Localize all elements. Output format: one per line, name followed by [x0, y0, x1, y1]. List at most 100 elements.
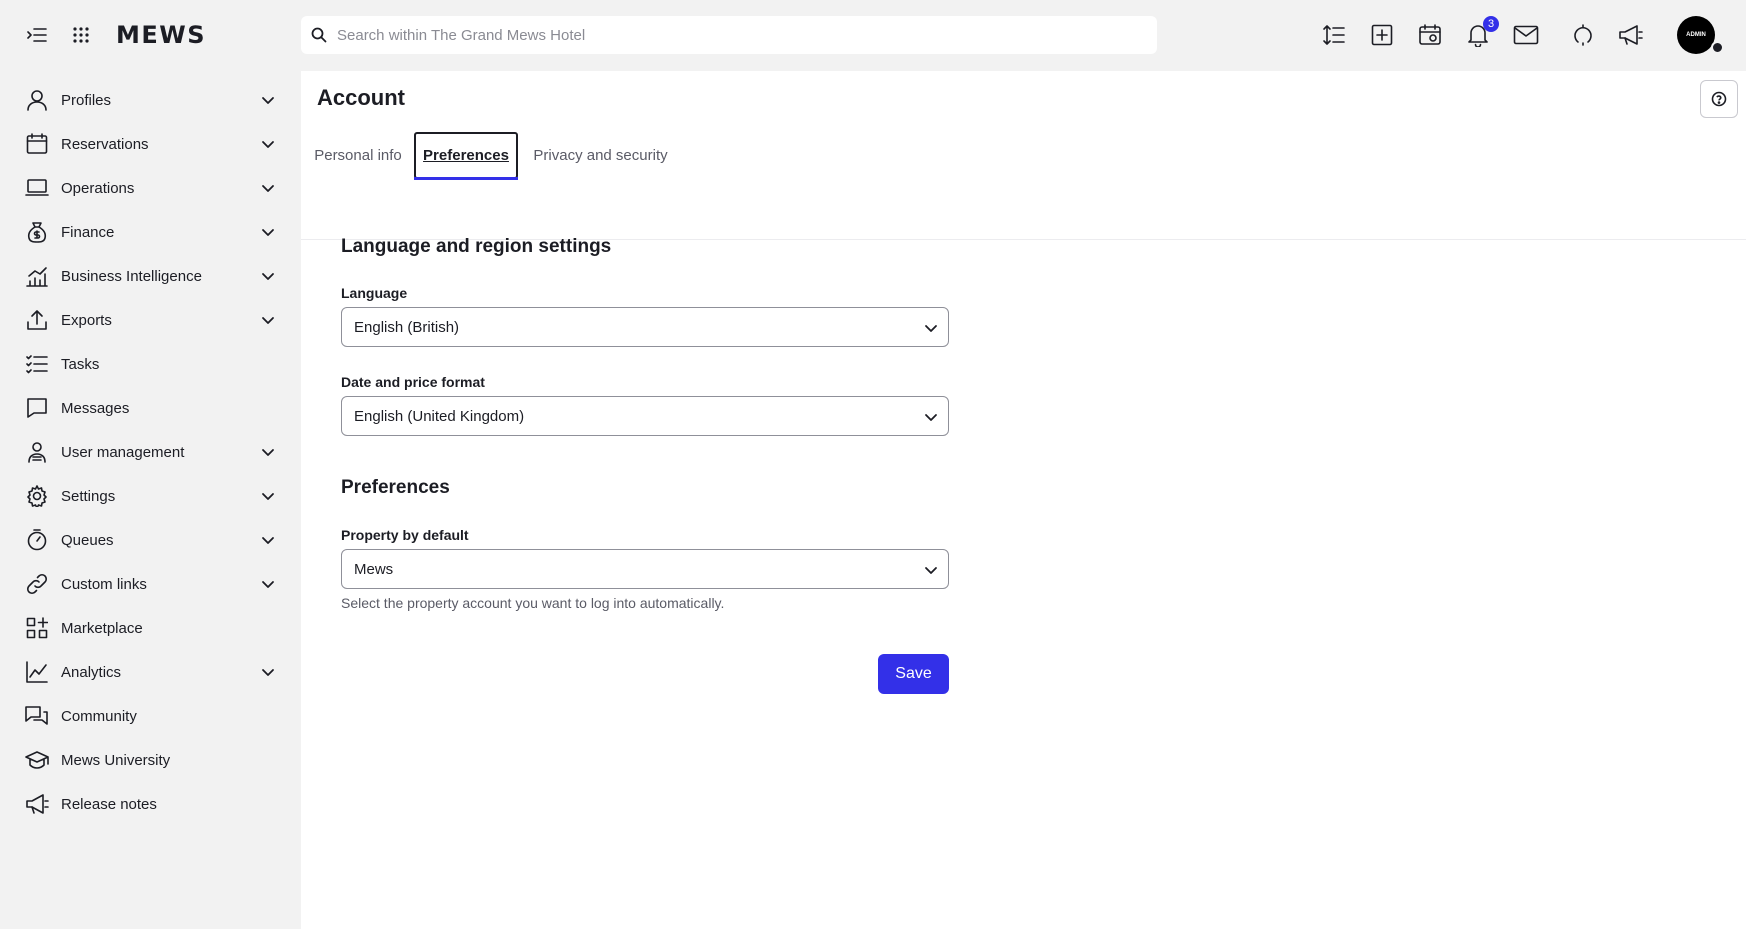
sidebar-item-label: Queues — [61, 531, 114, 549]
line-height-icon[interactable] — [1321, 22, 1347, 48]
sidebar-item-marketplace[interactable]: Marketplace — [0, 606, 300, 650]
main-panel: Account Personal info Preferences Privac… — [301, 71, 1746, 929]
language-select[interactable]: English (British) — [341, 307, 949, 347]
chevron-down-icon[interactable] — [261, 269, 275, 288]
property-select[interactable]: Mews — [341, 549, 949, 589]
top-bar: MEWS 3 ADMIN — [0, 0, 1746, 71]
megaphone-icon[interactable] — [1618, 22, 1644, 48]
sidebar-item-label: Finance — [61, 223, 115, 241]
tab-bar: Personal info Preferences Privacy and se… — [301, 132, 1746, 250]
preferences-section-title: Preferences — [341, 477, 450, 498]
avatar[interactable]: ADMIN — [1677, 16, 1715, 54]
calendar-view-icon[interactable] — [1417, 22, 1443, 48]
sidebar-item-analytics[interactable]: Analytics — [0, 650, 300, 694]
checklist-icon — [24, 351, 50, 377]
sidebar-item-label: Custom links — [61, 575, 147, 593]
sidebar-item-label: User management — [61, 443, 185, 461]
user-management-icon — [24, 439, 50, 465]
mews-logo[interactable]: MEWS — [116, 21, 206, 49]
sidebar: Profiles Reservations Operations Finance… — [0, 78, 300, 826]
add-icon[interactable] — [1369, 22, 1395, 48]
chevron-down-icon — [924, 563, 938, 581]
tab-privacy-and-security[interactable]: Privacy and security — [527, 132, 674, 179]
tab-preferences[interactable]: Preferences — [414, 132, 518, 180]
chat-bubbles-icon — [24, 703, 50, 729]
sidebar-item-exports[interactable]: Exports — [0, 298, 300, 342]
line-chart-icon — [24, 659, 50, 685]
sidebar-item-business-intelligence[interactable]: Business Intelligence — [0, 254, 300, 298]
sidebar-item-community[interactable]: Community — [0, 694, 300, 738]
person-icon — [24, 87, 50, 113]
upload-icon — [24, 307, 50, 333]
sidebar-item-profiles[interactable]: Profiles — [0, 78, 300, 122]
sidebar-item-messages[interactable]: Messages — [0, 386, 300, 430]
avatar-status-dot — [1711, 41, 1724, 54]
property-hint: Select the property account you want to … — [341, 595, 725, 611]
menu-collapse-icon[interactable] — [26, 24, 48, 46]
format-select[interactable]: English (United Kingdom) — [341, 396, 949, 436]
chevron-down-icon[interactable] — [261, 665, 275, 684]
sidebar-item-label: Release notes — [61, 795, 157, 813]
chevron-down-icon[interactable] — [261, 137, 275, 156]
money-bag-icon — [24, 219, 50, 245]
search-bar[interactable] — [301, 16, 1157, 54]
chevron-down-icon — [924, 321, 938, 339]
gear-icon — [24, 483, 50, 509]
sidebar-item-label: Settings — [61, 487, 116, 505]
format-label: Date and price format — [341, 374, 485, 390]
save-button[interactable]: Save — [878, 654, 949, 694]
chevron-down-icon[interactable] — [261, 93, 275, 112]
chevron-down-icon[interactable] — [261, 225, 275, 244]
megaphone-icon — [24, 791, 50, 817]
chevron-down-icon — [924, 410, 938, 428]
sidebar-item-settings[interactable]: Settings — [0, 474, 300, 518]
property-select-value: Mews — [354, 560, 394, 578]
sidebar-item-mews-university[interactable]: Mews University — [0, 738, 300, 782]
ring-icon[interactable] — [1570, 22, 1596, 48]
search-icon — [311, 27, 327, 43]
sidebar-item-label: Marketplace — [61, 619, 143, 637]
page-title: Account — [317, 85, 405, 110]
graduation-cap-icon — [24, 747, 50, 773]
link-icon — [24, 571, 50, 597]
sidebar-item-label: Business Intelligence — [61, 267, 202, 285]
chevron-down-icon[interactable] — [261, 577, 275, 596]
sidebar-item-tasks[interactable]: Tasks — [0, 342, 300, 386]
tab-personal-info[interactable]: Personal info — [311, 132, 405, 179]
sidebar-item-queues[interactable]: Queues — [0, 518, 300, 562]
message-icon — [24, 395, 50, 421]
language-select-value: English (British) — [354, 318, 460, 336]
sidebar-item-label: Community — [61, 707, 137, 725]
search-input[interactable] — [337, 26, 1137, 44]
apps-icon — [24, 615, 50, 641]
stopwatch-icon — [24, 527, 50, 553]
sidebar-item-label: Operations — [61, 179, 135, 197]
bar-chart-icon — [24, 263, 50, 289]
sidebar-item-label: Exports — [61, 311, 112, 329]
format-select-value: English (United Kingdom) — [354, 407, 525, 425]
help-button[interactable] — [1700, 80, 1738, 118]
mail-icon[interactable] — [1513, 22, 1539, 48]
bell-icon[interactable]: 3 — [1465, 16, 1499, 48]
calendar-icon — [24, 131, 50, 157]
sidebar-item-reservations[interactable]: Reservations — [0, 122, 300, 166]
sidebar-item-operations[interactable]: Operations — [0, 166, 300, 210]
chevron-down-icon[interactable] — [261, 489, 275, 508]
notifications-badge: 3 — [1483, 16, 1499, 32]
chevron-down-icon[interactable] — [261, 445, 275, 464]
chevron-down-icon[interactable] — [261, 181, 275, 200]
language-section-title: Language and region settings — [341, 236, 612, 257]
sidebar-item-label: Analytics — [61, 663, 122, 681]
sidebar-item-finance[interactable]: Finance — [0, 210, 300, 254]
sidebar-item-custom-links[interactable]: Custom links — [0, 562, 300, 606]
chevron-down-icon[interactable] — [261, 533, 275, 552]
sidebar-item-label: Messages — [61, 399, 130, 417]
help-icon — [1711, 91, 1727, 107]
chevron-down-icon[interactable] — [261, 313, 275, 332]
laptop-icon — [24, 175, 50, 201]
sidebar-item-release-notes[interactable]: Release notes — [0, 782, 300, 826]
property-label: Property by default — [341, 527, 469, 543]
sidebar-item-user-management[interactable]: User management — [0, 430, 300, 474]
sidebar-item-label: Mews University — [61, 751, 171, 769]
apps-grid-icon[interactable] — [70, 24, 92, 46]
